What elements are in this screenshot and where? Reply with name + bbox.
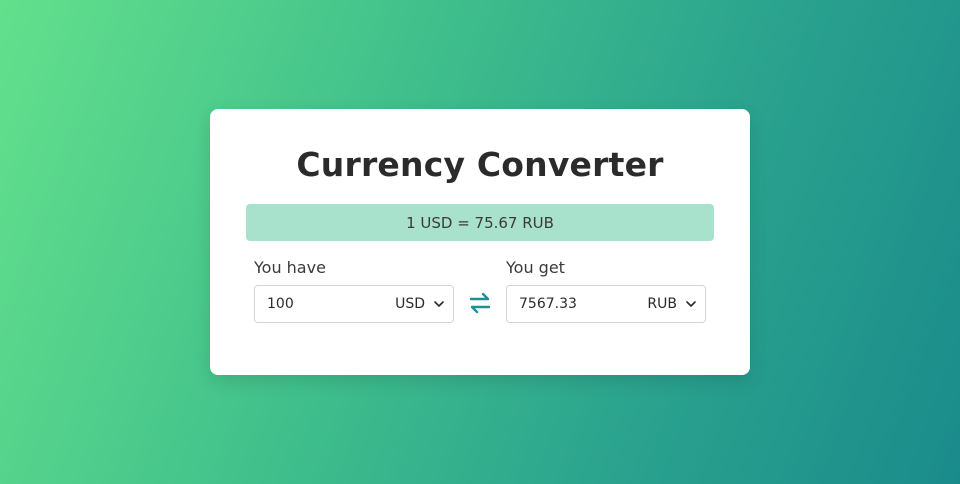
- to-amount-input[interactable]: 7567.33: [519, 286, 629, 322]
- to-label: You get: [506, 258, 565, 277]
- from-currency-select[interactable]: USD: [395, 286, 445, 322]
- page-title: Currency Converter: [296, 145, 664, 184]
- exchange-rate-banner: 1 USD = 75.67 RUB: [246, 204, 714, 241]
- chevron-down-icon: [686, 301, 696, 307]
- chevron-down-icon: [434, 301, 444, 307]
- to-currency-value: RUB: [647, 296, 677, 312]
- to-amount-field[interactable]: 7567.33 RUB: [506, 285, 706, 323]
- from-currency-value: USD: [395, 296, 425, 312]
- swap-arrows-icon: [469, 292, 491, 314]
- from-amount-input[interactable]: 100: [267, 286, 377, 322]
- to-currency-select[interactable]: RUB: [647, 286, 697, 322]
- swap-currencies-button[interactable]: [466, 289, 494, 317]
- from-label: You have: [254, 258, 326, 277]
- converter-card: Currency Converter 1 USD = 75.67 RUB You…: [210, 109, 750, 375]
- exchange-rate-text: 1 USD = 75.67 RUB: [406, 213, 554, 232]
- from-amount-field[interactable]: 100 USD: [254, 285, 454, 323]
